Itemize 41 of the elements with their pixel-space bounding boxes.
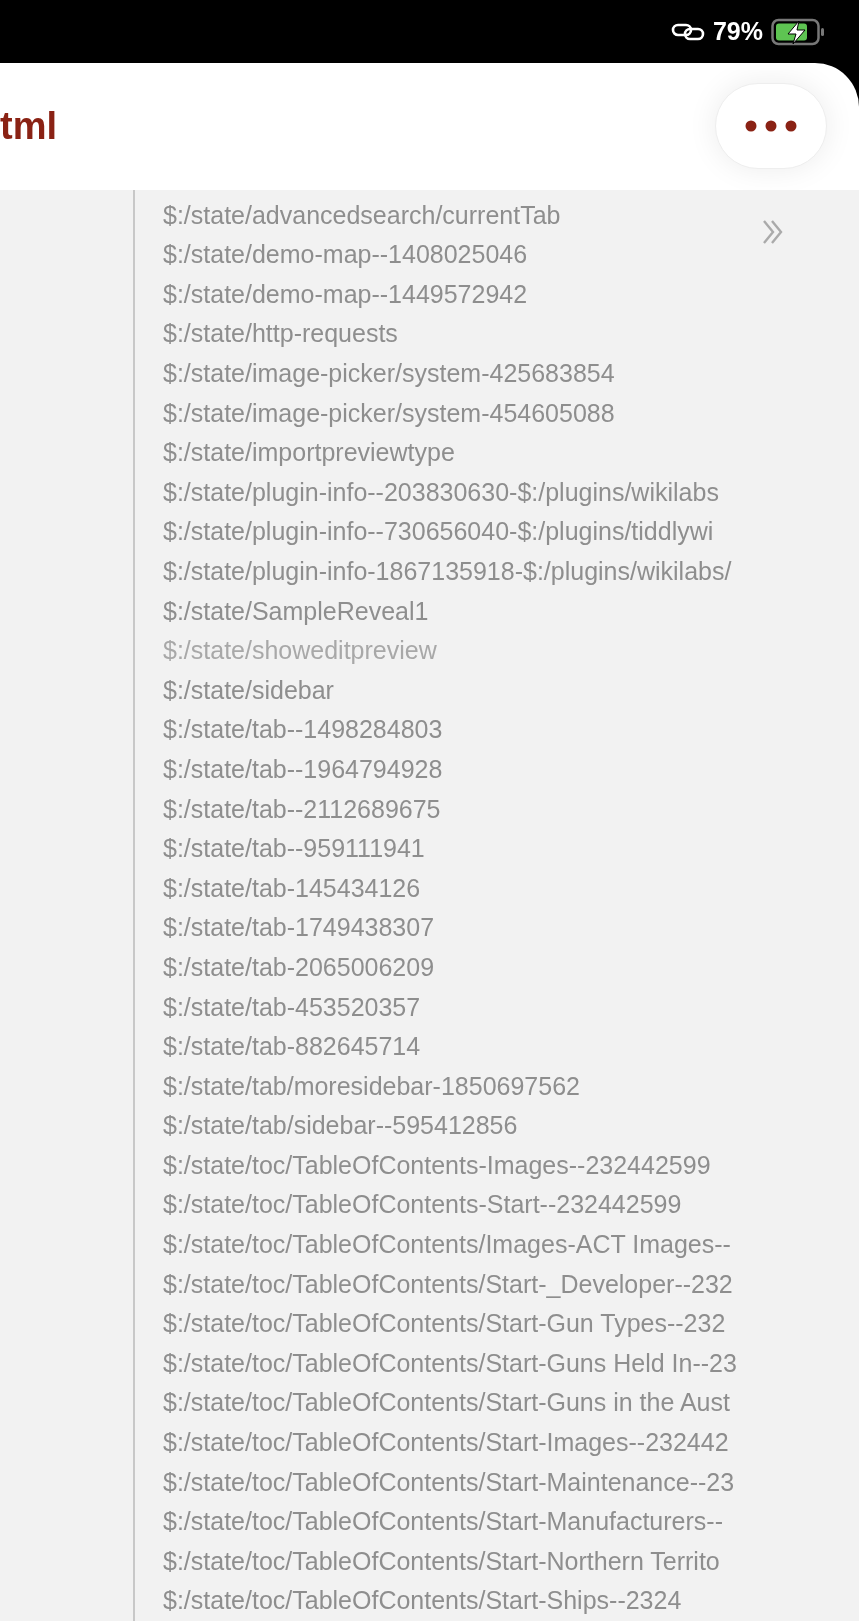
tiddler-link[interactable]: $:/state/toc/TableOfContents/Start-Maintenance--23	[163, 1462, 735, 1503]
tiddler-link[interactable]: $:/state/toc/TableOfContents/Images-ACT Images--	[163, 1225, 731, 1265]
tiddler-link[interactable]: $:/state/tab--959111941	[163, 829, 425, 869]
tiddler-link[interactable]: $:/state/toc/TableOfContents/Start-Manufacturers--	[163, 1502, 723, 1542]
tiddler-link[interactable]: $:/state/plugin-info--730656040-$:/plugins/tiddlywi	[163, 512, 714, 552]
battery-percent: 79%	[712, 17, 763, 47]
tiddler-link[interactable]: $:/state/tab--1964794928	[163, 749, 443, 790]
tiddler-link[interactable]: $:/state/toc/TableOfContents-Start--232442599	[163, 1185, 682, 1226]
tiddler-link[interactable]: $:/state/tab/sidebar--595412856	[163, 1106, 518, 1146]
tiddler-link[interactable]: $:/state/toc/TableOfContents/Start-_Developer--232	[163, 1264, 733, 1305]
tiddler-link[interactable]: $:/state/tab-882645714	[163, 1027, 421, 1067]
tiddler-link[interactable]: $:/state/demo-map--1449572942	[163, 274, 528, 315]
tiddler-link[interactable]: $:/state/tab-453520357	[163, 987, 421, 1028]
page-title: tml	[0, 104, 57, 148]
tiddler-link[interactable]: $:/state/tab--2112689675	[163, 789, 441, 830]
tiddler-link[interactable]: $:/state/sidebar	[163, 670, 334, 711]
tiddler-link[interactable]: $:/state/tab--1498284803	[163, 710, 443, 750]
tiddler-link[interactable]: $:/state/toc/TableOfContents/Start-Guns in the Aust	[163, 1383, 730, 1424]
tiddler-link[interactable]: $:/state/tab-2065006209	[163, 947, 435, 988]
tiddler-link[interactable]: $:/state/importpreviewtype	[163, 433, 455, 473]
tiddler-link[interactable]: $:/state/advancedsearch/currentTab	[163, 195, 561, 236]
tiddler-link[interactable]: $:/state/tab/moresidebar-1850697562	[163, 1066, 580, 1107]
battery-charging-icon	[771, 17, 827, 46]
tiddler-link[interactable]: $:/state/toc/TableOfContents/Start-Images--232442	[163, 1423, 729, 1463]
tiddler-link[interactable]: $:/state/image-picker/system-454605088	[163, 393, 615, 434]
tiddler-link[interactable]: $:/state/toc/TableOfContents-Images--232442599	[163, 1145, 711, 1186]
tiddler-link[interactable]: $:/state/http-requests	[163, 314, 398, 354]
tiddler-link[interactable]: $:/state/plugin-info-1867135918-$:/plugins/wikilabs/	[163, 551, 732, 592]
tiddler-link[interactable]: $:/state/toc/TableOfContents/Start-Guns Held In--23	[163, 1343, 737, 1384]
tiddler-link[interactable]: $:/state/image-picker/system-425683854	[163, 354, 615, 394]
tiddler-link[interactable]: $:/state/toc/TableOfContents/Start-Northern Territo	[163, 1541, 720, 1582]
tiddler-link[interactable]: $:/state/plugin-info--203830630-$:/plugins/wikilabs	[163, 472, 719, 513]
tiddler-link[interactable]: $:/state/toc/TableOfContents/Start-Ships--2324	[163, 1581, 682, 1621]
tiddler-link[interactable]: $:/state/SampleReveal1	[163, 591, 429, 632]
tiddler-link[interactable]: $:/state/tab-145434126	[163, 868, 421, 909]
tiddler-link[interactable]: $:/state/toc/TableOfContents/Start-Gun Types--232	[163, 1304, 726, 1344]
tiddler-link[interactable]: $:/state/tab-1749438307	[163, 908, 435, 948]
link-icon	[670, 21, 705, 42]
tiddler-link[interactable]: $:/state/demo-map--1408025046	[163, 235, 528, 275]
more-icon	[744, 119, 798, 134]
tiddler-link[interactable]: $:/state/showeditpreview	[163, 631, 437, 671]
